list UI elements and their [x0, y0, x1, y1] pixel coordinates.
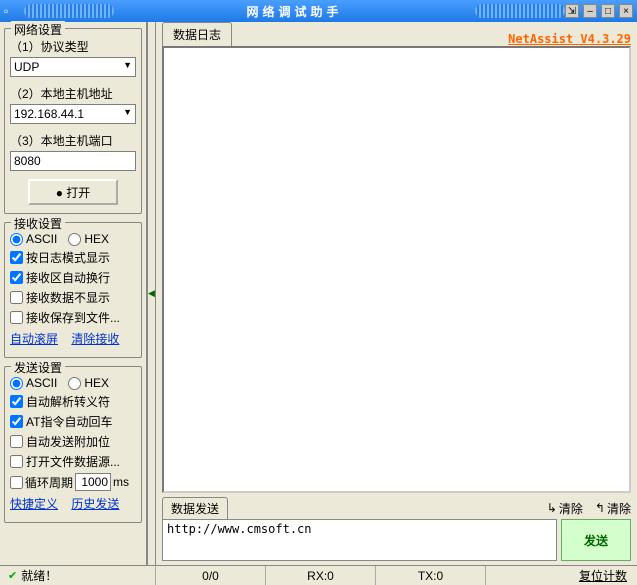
recv-save-file-check[interactable]: [10, 311, 23, 324]
shortcut-def-link[interactable]: 快捷定义: [10, 497, 58, 511]
recv-opt2-label: 接收区自动换行: [26, 269, 110, 286]
recv-hex-radio[interactable]: [68, 233, 81, 246]
send-settings-title: 发送设置: [11, 359, 65, 376]
log-textarea[interactable]: [162, 46, 631, 493]
titlebar: ▫ 网络调试助手 ⇲ – □ ×: [0, 0, 637, 22]
send-opt3-label: 自动发送附加位: [26, 433, 110, 450]
status-ready: 就绪！: [21, 567, 57, 584]
receive-settings-title: 接收设置: [11, 215, 65, 232]
ready-icon: ✔: [8, 569, 17, 582]
port-input[interactable]: [10, 151, 136, 171]
loop-label: 循环周期: [25, 474, 73, 491]
recv-hex-label: HEX: [84, 232, 109, 246]
recv-hide-data-check[interactable]: [10, 291, 23, 304]
host-label: （2）本地主机地址: [10, 85, 136, 102]
send-opt2-label: AT指令自动回车: [26, 413, 112, 430]
sidebar-collapse-handle[interactable]: ◀: [148, 22, 156, 565]
send-button[interactable]: 发送: [561, 519, 631, 561]
send-at-cr-check[interactable]: [10, 415, 23, 428]
open-button[interactable]: ● 打开: [28, 179, 118, 205]
loop-period-input[interactable]: [75, 473, 111, 491]
clear-recv-link[interactable]: 清除接收: [71, 332, 119, 346]
content-area: 数据日志 NetAssist V4.3.29 数据发送 ↳ 清除 ↰ 清除 ht…: [156, 22, 637, 565]
network-settings-group: 网络设置 （1）协议类型 （2）本地主机地址 （3）本地主机端口 ● 打开: [4, 28, 142, 214]
send-append-check[interactable]: [10, 435, 23, 448]
send-ascii-label: ASCII: [26, 376, 57, 390]
recv-opt3-label: 接收数据不显示: [26, 289, 110, 306]
send-input[interactable]: http://www.cmsoft.cn: [162, 519, 557, 561]
protocol-select[interactable]: [10, 57, 136, 77]
statusbar: ✔ 就绪！ 0/0 RX:0 TX:0 复位计数: [0, 565, 637, 585]
send-ascii-radio[interactable]: [10, 377, 23, 390]
network-settings-title: 网络设置: [11, 21, 65, 38]
protocol-label: （1）协议类型: [10, 38, 136, 55]
recv-opt1-label: 按日志模式显示: [26, 249, 110, 266]
sidebar: 网络设置 （1）协议类型 （2）本地主机地址 （3）本地主机端口 ● 打开 接收…: [0, 22, 148, 565]
send-opt1-label: 自动解析转义符: [26, 393, 110, 410]
send-hex-radio[interactable]: [68, 377, 81, 390]
send-settings-group: 发送设置 ASCII HEX 自动解析转义符 AT指令自动回车 自动发送附加位 …: [4, 366, 142, 523]
version-link[interactable]: NetAssist V4.3.29: [508, 32, 631, 46]
pin-icon[interactable]: ⇲: [565, 4, 579, 18]
port-label: （3）本地主机端口: [10, 132, 136, 149]
send-tab[interactable]: 数据发送: [162, 497, 228, 519]
status-tx: TX:0: [376, 566, 486, 585]
recv-ascii-label: ASCII: [26, 232, 57, 246]
recv-auto-wrap-check[interactable]: [10, 271, 23, 284]
send-loop-check[interactable]: [10, 476, 23, 489]
app-icon: ▫: [4, 4, 24, 18]
clear-down-link[interactable]: ↳ 清除: [547, 500, 583, 517]
send-hex-label: HEX: [84, 376, 109, 390]
status-rx: RX:0: [266, 566, 376, 585]
window-title: 网络调试助手: [114, 3, 475, 20]
title-stripes-right: [475, 4, 565, 18]
reset-counter-link[interactable]: 复位计数: [579, 567, 627, 584]
send-opt4-label: 打开文件数据源...: [26, 453, 120, 470]
title-stripes-left: [24, 4, 114, 18]
maximize-button[interactable]: □: [601, 4, 615, 18]
close-button[interactable]: ×: [619, 4, 633, 18]
auto-scroll-link[interactable]: 自动滚屏: [10, 332, 58, 346]
host-select[interactable]: [10, 104, 136, 124]
send-escape-check[interactable]: [10, 395, 23, 408]
loop-unit: ms: [113, 475, 129, 489]
log-tab[interactable]: 数据日志: [162, 22, 232, 46]
recv-log-mode-check[interactable]: [10, 251, 23, 264]
send-file-source-check[interactable]: [10, 455, 23, 468]
clear-up-link[interactable]: ↰ 清除: [595, 500, 631, 517]
history-send-link[interactable]: 历史发送: [71, 497, 119, 511]
receive-settings-group: 接收设置 ASCII HEX 按日志模式显示 接收区自动换行 接收数据不显示 接…: [4, 222, 142, 358]
status-counter: 0/0: [156, 566, 266, 585]
minimize-button[interactable]: –: [583, 4, 597, 18]
recv-opt4-label: 接收保存到文件...: [26, 309, 120, 326]
recv-ascii-radio[interactable]: [10, 233, 23, 246]
